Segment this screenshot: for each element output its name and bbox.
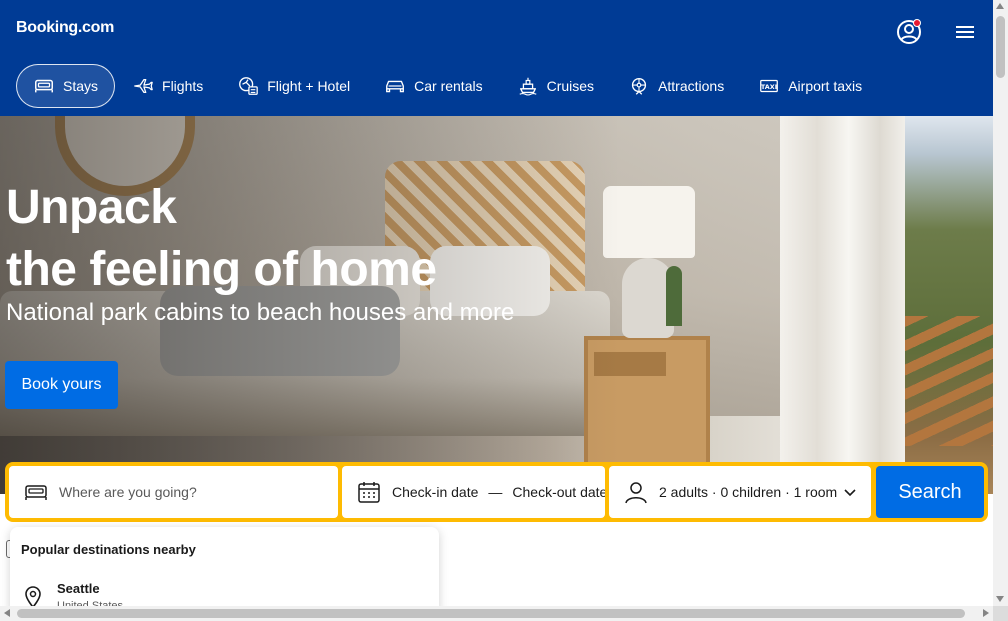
- nav-item-stays[interactable]: Stays: [16, 64, 116, 108]
- nav-item-label: Flight + Hotel: [267, 78, 351, 94]
- booking-page: Booking.com Stays Flights Flight + Hotel…: [0, 0, 1008, 621]
- nav-item-label: Stays: [63, 78, 99, 94]
- bed-icon: [25, 485, 47, 500]
- nav-item-attractions[interactable]: Attractions: [611, 64, 741, 108]
- deck-chair: [905, 316, 993, 446]
- destination-input[interactable]: [59, 484, 319, 500]
- horizontal-scrollbar[interactable]: [0, 606, 993, 621]
- hero-title-line: Unpack: [6, 181, 177, 234]
- attractions-icon: [631, 77, 647, 95]
- vertical-scrollbar[interactable]: [993, 0, 1008, 621]
- date-separator: —: [488, 484, 503, 500]
- person-icon: [625, 482, 647, 504]
- search-bar: Check-in date — Check-out date 2 adults …: [5, 462, 988, 522]
- book-yours-button[interactable]: Book yours: [5, 361, 118, 409]
- hero-subtitle: National park cabins to beach houses and…: [6, 299, 515, 326]
- car-icon: [386, 80, 405, 93]
- booking-logo[interactable]: Booking.com: [16, 19, 114, 37]
- nav-item-car-rentals[interactable]: Car rentals: [367, 64, 499, 108]
- scrollbar-corner: [993, 606, 1008, 621]
- account-circle-icon[interactable]: [895, 18, 923, 46]
- svg-text:TAXI: TAXI: [761, 83, 777, 91]
- nav-item-cruises[interactable]: Cruises: [500, 64, 611, 108]
- taxi-icon: TAXI: [760, 79, 779, 93]
- checkout-date[interactable]: Check-out date: [512, 484, 605, 500]
- destination-name: Seattle: [57, 581, 100, 596]
- site-header: Booking.com Stays Flights Flight + Hotel…: [0, 0, 993, 116]
- nav-item-flights[interactable]: Flights: [115, 64, 220, 108]
- nav-item-label: Car rentals: [414, 78, 483, 94]
- ship-icon: [519, 77, 537, 96]
- destinations-dropdown: Popular destinations nearby Seattle Unit…: [10, 527, 439, 617]
- dropdown-title: Popular destinations nearby: [21, 542, 196, 557]
- nav-item-flight-hotel[interactable]: Flight + Hotel: [220, 64, 367, 108]
- plane-icon: [134, 78, 153, 94]
- hamburger-menu-icon[interactable]: [951, 18, 979, 46]
- scroll-down-arrow[interactable]: [996, 596, 1004, 602]
- search-button[interactable]: Search: [876, 466, 984, 518]
- destination-field[interactable]: [9, 466, 338, 518]
- flight-hotel-icon: [239, 77, 259, 95]
- scroll-left-arrow[interactable]: [4, 609, 10, 617]
- guests-summary: 2 adults · 0 children · 1 room: [659, 484, 838, 500]
- bed-icon: [35, 79, 53, 93]
- curtain: [780, 116, 905, 494]
- dates-field[interactable]: Check-in date — Check-out date: [342, 466, 605, 518]
- scroll-right-arrow[interactable]: [983, 609, 989, 617]
- potted-plant: [666, 266, 682, 326]
- nav-item-label: Flights: [162, 78, 204, 94]
- nav-item-label: Attractions: [658, 78, 725, 94]
- nav-item-label: Airport taxis: [788, 78, 863, 94]
- calendar-icon: [358, 482, 380, 503]
- chevron-down-icon: [844, 489, 856, 497]
- nav-item-airport-taxis[interactable]: TAXI Airport taxis: [741, 64, 879, 108]
- scroll-up-arrow[interactable]: [996, 3, 1004, 9]
- nav-item-label: Cruises: [546, 78, 595, 94]
- product-nav: Stays Flights Flight + Hotel Car rentals…: [16, 64, 879, 108]
- hero-title-line: the feeling of home: [6, 243, 437, 296]
- horizontal-scroll-thumb[interactable]: [17, 609, 965, 618]
- guests-field[interactable]: 2 adults · 0 children · 1 room: [609, 466, 871, 518]
- checkin-date[interactable]: Check-in date: [392, 484, 478, 500]
- hero-title: Unpack the feeling of home: [6, 177, 437, 301]
- vertical-scroll-thumb[interactable]: [996, 16, 1005, 78]
